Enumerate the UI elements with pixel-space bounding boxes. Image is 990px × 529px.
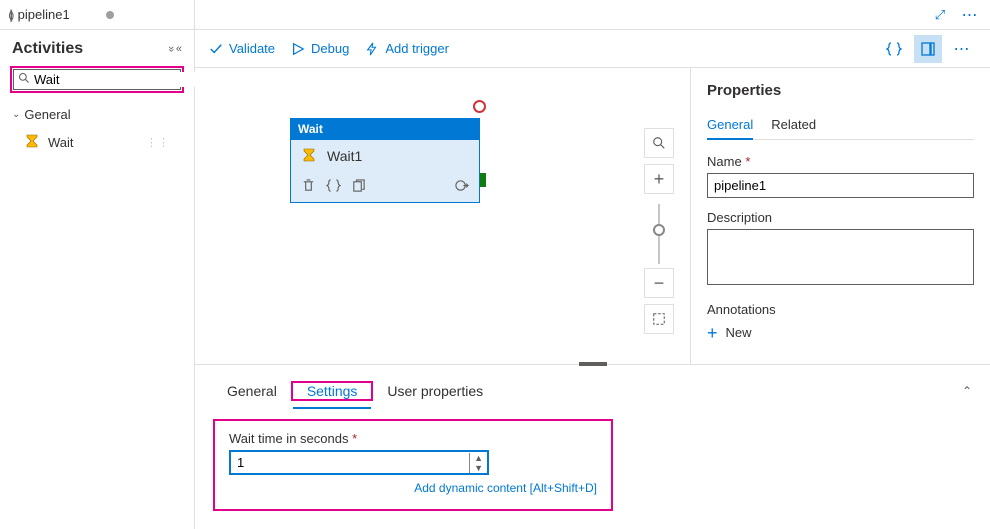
add-trigger-label: Add trigger [385, 41, 449, 56]
zoom-out-button[interactable]: − [644, 268, 674, 298]
properties-icon [920, 41, 936, 57]
node-output-button[interactable] [454, 178, 469, 196]
activity-search-input[interactable] [13, 69, 181, 90]
name-field-label: Name * [707, 154, 974, 169]
activity-search-field[interactable] [34, 72, 210, 87]
hourglass-icon [24, 134, 40, 150]
clone-node-button[interactable] [351, 178, 366, 196]
node-code-button[interactable] [326, 178, 341, 196]
node-type-label: Wait [290, 118, 480, 140]
bottom-tab-user-properties[interactable]: User properties [373, 375, 497, 407]
zoom-slider[interactable] [658, 204, 660, 264]
search-icon [18, 72, 30, 87]
check-icon [209, 42, 223, 56]
activity-group-general[interactable]: ⌄ General [0, 101, 194, 128]
activity-group-label: General [24, 107, 70, 122]
unsaved-indicator-icon [106, 11, 114, 19]
pipeline-tab-label: pipeline1 [18, 7, 70, 22]
expand-window-icon[interactable]: ⤢ [928, 3, 952, 27]
debug-label: Debug [311, 41, 349, 56]
collapse-bottom-pane-icon[interactable]: ⌃ [962, 384, 972, 398]
properties-heading: Properties [707, 82, 974, 99]
properties-toggle-button[interactable] [914, 35, 942, 63]
success-connector-handle[interactable] [480, 173, 486, 187]
new-label: New [726, 325, 752, 340]
expand-all-icon[interactable]: » [165, 46, 177, 52]
braces-icon [886, 41, 902, 57]
zoom-thumb[interactable] [653, 224, 665, 236]
description-input[interactable] [707, 229, 974, 285]
pipeline-icon: ⟬⟭ [8, 7, 12, 23]
debug-button[interactable]: Debug [291, 41, 349, 56]
validate-label: Validate [229, 41, 275, 56]
code-view-button[interactable] [880, 35, 908, 63]
delete-node-button[interactable] [301, 178, 316, 196]
fit-to-screen-button[interactable] [644, 304, 674, 334]
wait-time-label: Wait time in seconds * [229, 431, 597, 446]
name-input[interactable] [707, 173, 974, 198]
pipeline-tab[interactable]: ⟬⟭ pipeline1 [8, 7, 114, 23]
hourglass-icon [301, 148, 317, 164]
wait-time-input[interactable]: ▲ ▼ [229, 450, 489, 475]
bottom-tab-settings[interactable]: Settings [293, 375, 372, 409]
add-trigger-button[interactable]: Add trigger [365, 41, 449, 56]
drag-handle-icon[interactable]: ⋮⋮ [146, 136, 170, 149]
activity-node-wait[interactable]: Wait Wait1 [290, 118, 480, 203]
toolbar-more-icon[interactable]: ⋯ [948, 35, 976, 63]
tab-general[interactable]: General [707, 111, 753, 140]
activity-item-wait[interactable]: Wait ⋮⋮ [0, 128, 194, 156]
zoom-in-button[interactable]: + [644, 164, 674, 194]
lightning-icon [365, 42, 379, 56]
chevron-down-icon: ⌄ [12, 109, 20, 120]
node-name-label: Wait1 [327, 148, 362, 164]
more-menu-icon[interactable]: ⋯ [958, 3, 982, 27]
add-annotation-button[interactable]: + New [707, 325, 974, 340]
annotations-label: Annotations [707, 302, 974, 317]
spinner-down-button[interactable]: ▼ [474, 463, 483, 473]
description-field-label: Description [707, 210, 974, 225]
tab-related[interactable]: Related [771, 111, 816, 139]
wait-time-field[interactable] [231, 452, 469, 473]
activities-heading: Activities [12, 40, 168, 58]
play-icon [291, 42, 305, 56]
activity-item-label: Wait [48, 135, 74, 150]
pane-resize-handle[interactable] [579, 362, 607, 366]
properties-panel: Properties General Related Name * Descri… [690, 68, 990, 364]
validation-error-icon [473, 100, 486, 113]
add-dynamic-content-link[interactable]: Add dynamic content [Alt+Shift+D] [229, 481, 597, 495]
zoom-reset-button[interactable] [644, 128, 674, 158]
pipeline-canvas[interactable]: Wait Wait1 [195, 68, 690, 364]
spinner-up-button[interactable]: ▲ [474, 453, 483, 463]
validate-button[interactable]: Validate [209, 41, 275, 56]
bottom-tab-general[interactable]: General [213, 375, 291, 407]
